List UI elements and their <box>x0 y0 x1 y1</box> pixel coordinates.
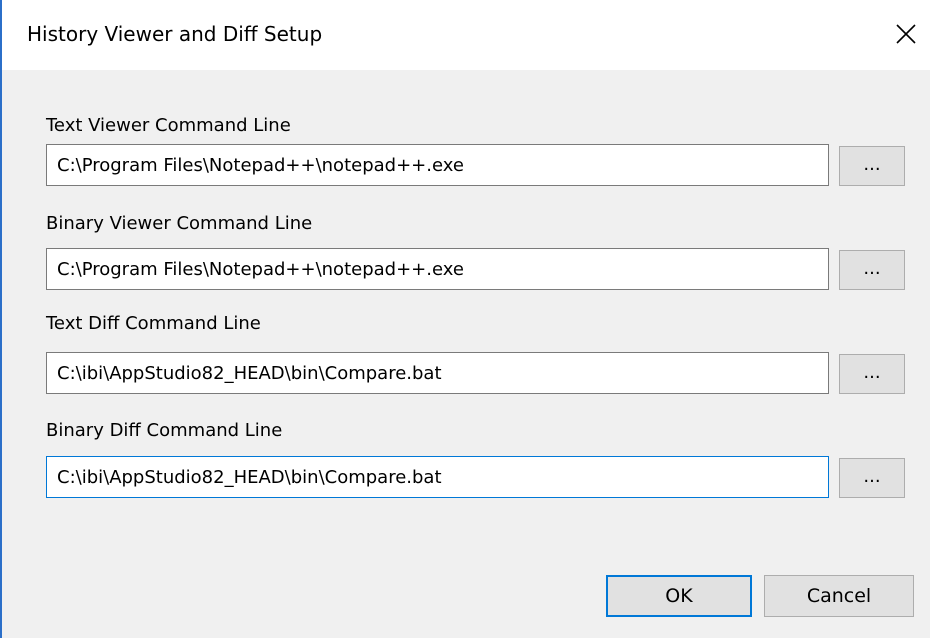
binary-viewer-label: Binary Viewer Command Line <box>46 213 313 234</box>
binary-diff-browse-button[interactable]: ... <box>839 458 905 498</box>
text-viewer-browse-button[interactable]: ... <box>839 146 905 186</box>
cancel-button[interactable]: Cancel <box>764 575 914 617</box>
binary-viewer-command-input[interactable] <box>46 248 829 290</box>
binary-diff-label: Binary Diff Command Line <box>46 420 283 441</box>
binary-viewer-browse-button[interactable]: ... <box>839 250 905 290</box>
text-diff-command-input[interactable] <box>46 352 829 394</box>
text-viewer-command-input[interactable] <box>46 144 829 186</box>
binary-diff-command-input[interactable] <box>46 456 829 498</box>
title-bar: History Viewer and Diff Setup <box>2 0 930 70</box>
close-button[interactable] <box>882 12 930 56</box>
text-diff-browse-button[interactable]: ... <box>839 354 905 394</box>
text-viewer-label: Text Viewer Command Line <box>46 115 291 136</box>
ok-button[interactable]: OK <box>606 575 752 617</box>
close-icon <box>896 24 916 44</box>
dialog-title: History Viewer and Diff Setup <box>27 22 323 46</box>
text-diff-label: Text Diff Command Line <box>46 313 261 334</box>
history-viewer-dialog: History Viewer and Diff Setup Text Viewe… <box>0 0 930 638</box>
